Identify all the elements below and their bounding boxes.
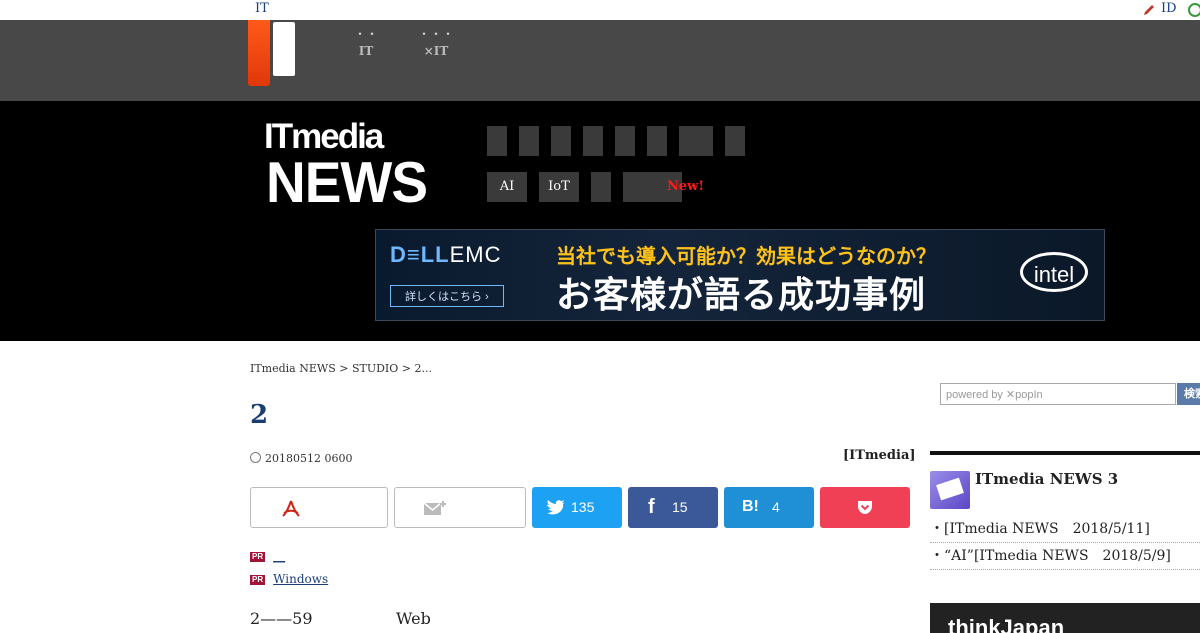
- pdf-button[interactable]: [250, 487, 388, 528]
- pdf-icon: [282, 500, 300, 517]
- twitter-count: 135: [571, 499, 595, 515]
- subnav-iot[interactable]: IoT: [539, 172, 579, 202]
- pr-link-row-1: PR __: [250, 549, 285, 563]
- search-placeholder: powered by ✕popIn: [946, 389, 1043, 401]
- new-badge: New!: [667, 179, 705, 194]
- intel-logo: intel: [1020, 252, 1088, 292]
- ranking-title: ITmedia NEWS 3: [975, 470, 1119, 488]
- ranking-item-2[interactable]: ・“AI”[ITmedia NEWS 2018/5/9]: [930, 545, 1200, 570]
- subnav-ai[interactable]: AI: [487, 172, 527, 202]
- subnav-item-3[interactable]: [591, 172, 611, 202]
- user-icon[interactable]: [1188, 3, 1200, 17]
- top-strip: IT ID: [0, 0, 1200, 21]
- pr-link-1[interactable]: __: [273, 549, 285, 563]
- article-date-text: 20180512 0600: [265, 452, 353, 465]
- it-top-link[interactable]: IT: [255, 1, 269, 16]
- article-body-start: 2——59: [250, 609, 313, 628]
- category-tab-3[interactable]: [551, 126, 571, 156]
- mail-icon: [930, 471, 970, 509]
- category-tab-8[interactable]: [725, 126, 745, 156]
- dell-emc-logo: D≡LLEMC: [390, 242, 502, 268]
- dell-wordmark: D≡LL: [390, 242, 450, 267]
- article-title: 2: [250, 400, 269, 430]
- pr-link-row-2: PR Windows: [250, 572, 328, 586]
- article-date: 20180512 0600: [250, 452, 352, 465]
- facebook-icon: f: [648, 496, 655, 518]
- pr-badge: PR: [250, 575, 266, 585]
- site-header: [0, 20, 1200, 101]
- hatena-icon: B!: [742, 498, 759, 515]
- hatena-count: 4: [772, 499, 780, 515]
- pr-badge: PR: [250, 552, 266, 562]
- nav-item-1[interactable]: ・・ IT: [352, 26, 380, 60]
- banner-headline-2: お客様が語る成功事例: [556, 275, 927, 316]
- category-tab-4[interactable]: [583, 126, 603, 156]
- category-tab-6[interactable]: [647, 126, 667, 156]
- banner-ad[interactable]: D≡LLEMC 詳しくはこちら › 当社でも導入可能か？効果はどうなのか？ お客…: [375, 229, 1105, 321]
- pocket-icon: [858, 501, 872, 514]
- sidebar-ad-text: thinkJapan: [948, 615, 1065, 633]
- banner-detail-button[interactable]: 詳しくはこちら ›: [390, 285, 504, 307]
- category-tab-7[interactable]: [679, 126, 713, 156]
- banner-headline-1: 当社でも導入可能か？効果はどうなのか？: [556, 244, 936, 268]
- sidebar-divider: [930, 451, 1200, 455]
- category-tab-1[interactable]: [487, 126, 507, 156]
- logo-white-block: [273, 22, 295, 76]
- pencil-icon[interactable]: [1142, 3, 1156, 17]
- mail-plus-icon: [423, 501, 446, 515]
- pr-link-2[interactable]: Windows: [273, 572, 328, 586]
- nav-item-1-line1: ・・: [353, 27, 378, 41]
- pocket-share-button[interactable]: [820, 487, 910, 528]
- mail-share-button[interactable]: [394, 487, 526, 528]
- facebook-count: 15: [672, 499, 688, 515]
- article-body-mid: Web: [396, 609, 431, 628]
- category-tab-2[interactable]: [519, 126, 539, 156]
- hatena-share-button[interactable]: B! 4: [724, 487, 814, 528]
- nav-item-2-line2: ×IT: [423, 44, 449, 58]
- twitter-share-button[interactable]: 135: [532, 487, 622, 528]
- facebook-share-button[interactable]: f 15: [628, 487, 718, 528]
- id-link[interactable]: ID: [1161, 1, 1177, 16]
- emc-wordmark: EMC: [449, 242, 502, 267]
- article-source: [ITmedia]: [843, 448, 916, 463]
- nav-item-1-line2: IT: [358, 44, 374, 58]
- sidebar-ad[interactable]: thinkJapan: [930, 603, 1200, 633]
- news-wordmark[interactable]: NEWS: [266, 148, 428, 215]
- ranking-item-1[interactable]: ・[ITmedia NEWS 2018/5/11]: [930, 518, 1200, 543]
- clock-icon: [250, 452, 261, 463]
- search-button[interactable]: 検索: [1177, 383, 1200, 405]
- twitter-icon: [547, 500, 565, 515]
- category-tab-5[interactable]: [615, 126, 635, 156]
- breadcrumb[interactable]: ITmedia NEWS > STUDIO > 2...: [250, 362, 432, 375]
- nav-item-2-line1: ・・・: [418, 27, 455, 41]
- itmedia-logo-icon[interactable]: [248, 20, 270, 86]
- search-input[interactable]: powered by ✕popIn: [940, 383, 1176, 405]
- nav-item-2[interactable]: ・・・ ×IT: [418, 26, 454, 60]
